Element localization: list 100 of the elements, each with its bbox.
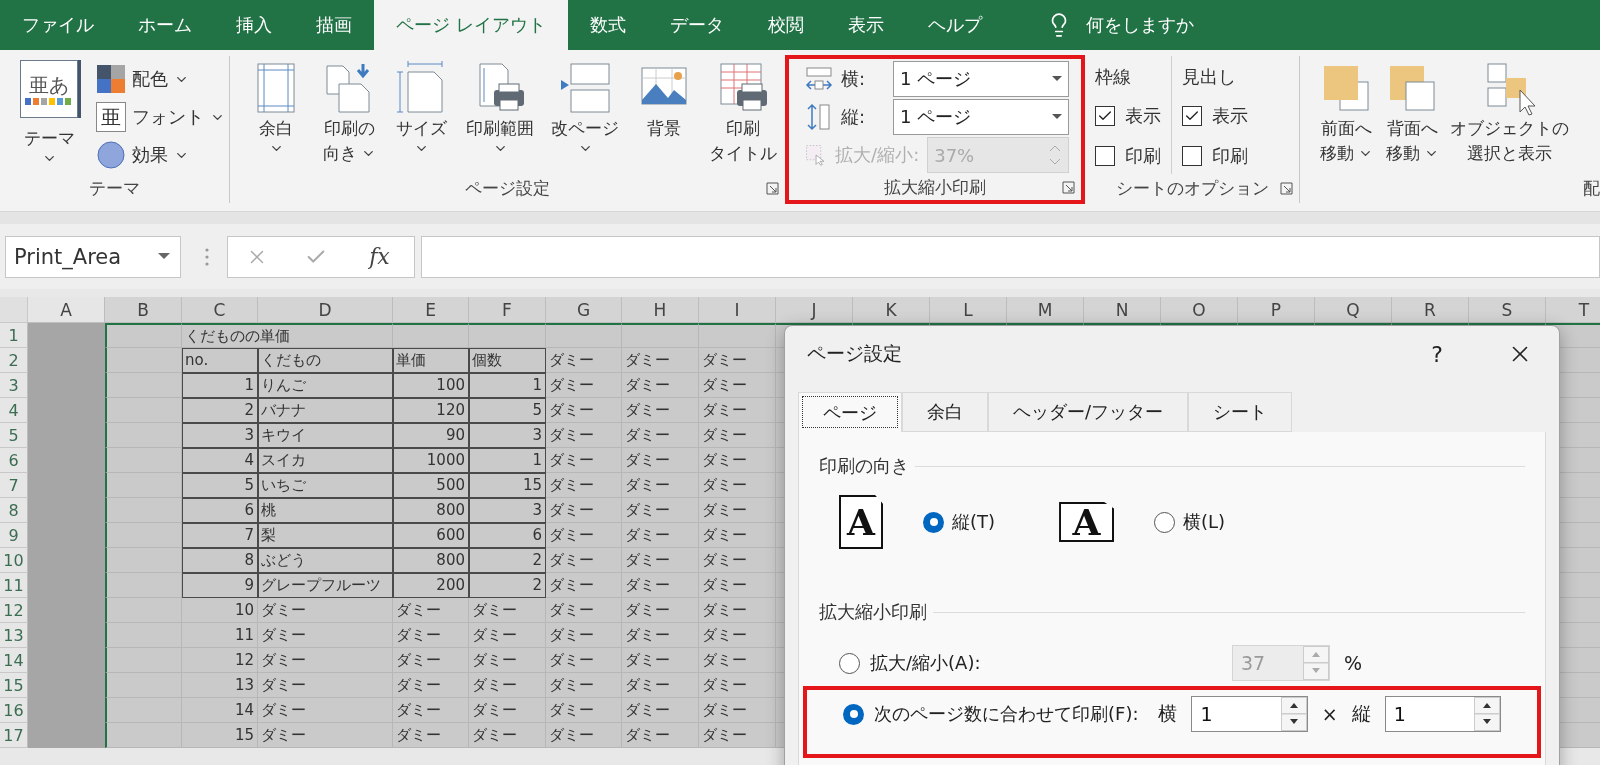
ribbon-button[interactable]: オブジェクトの 選択と表示	[1446, 56, 1573, 166]
column-header[interactable]: B	[105, 297, 182, 323]
checkbox-option[interactable]: 表示	[1182, 98, 1248, 134]
ribbon-button[interactable]: 改ページ	[547, 56, 624, 156]
dialog-tab[interactable]: 余白	[902, 392, 988, 432]
column-header[interactable]: L	[930, 297, 1007, 323]
landscape-page-icon: A	[1059, 502, 1115, 542]
ribbon-button[interactable]: 余白	[244, 56, 309, 156]
ribbon-button[interactable]: 印刷範囲	[462, 56, 539, 156]
ribbon-button[interactable]: 印刷 タイトル	[704, 56, 781, 166]
row-header[interactable]: 6	[0, 448, 28, 473]
ribbon-button[interactable]: 印刷の 向き	[317, 56, 382, 166]
ribbon-tab[interactable]: 表示	[825, 0, 906, 50]
dialog-launcher-icon[interactable]	[1062, 180, 1075, 194]
row-header[interactable]: 16	[0, 698, 28, 723]
row-header[interactable]: 4	[0, 398, 28, 423]
pages-wide-spinbox[interactable]: 1	[1191, 696, 1308, 732]
table-cell: ダミー	[258, 673, 393, 698]
dialog-tab[interactable]: シート	[1188, 392, 1293, 432]
pages-tall-spinbox[interactable]: 1	[1384, 696, 1501, 732]
theme-option-button[interactable]: 効果	[92, 136, 229, 174]
column-header[interactable]: M	[1007, 297, 1084, 323]
column-header[interactable]: I	[699, 297, 776, 323]
column-header[interactable]: S	[1469, 297, 1546, 323]
name-box[interactable]: Print_Area	[5, 235, 181, 278]
ribbon-tab[interactable]: ホーム	[116, 0, 214, 50]
row-header[interactable]: 8	[0, 498, 28, 523]
ribbon-button[interactable]: 前面へ 移動	[1314, 56, 1378, 166]
column-header[interactable]: T	[1546, 297, 1600, 323]
checkbox[interactable]	[1182, 146, 1202, 166]
help-button[interactable]: ?	[1425, 340, 1449, 368]
table-cell: ダミー	[699, 598, 776, 623]
ribbon-button[interactable]: 背景	[631, 56, 696, 141]
radio-button[interactable]	[923, 511, 944, 533]
row-header[interactable]: 12	[0, 598, 28, 623]
checkbox[interactable]	[1095, 146, 1115, 166]
row-header[interactable]: 1	[0, 323, 28, 348]
page-count-dropdown[interactable]: 1 ページ	[893, 61, 1069, 97]
tell-me-search[interactable]: 何をしますか	[1039, 0, 1200, 50]
radio-option[interactable]: 横(L)	[1154, 510, 1226, 534]
column-header[interactable]: O	[1161, 297, 1238, 323]
radio-option[interactable]: 縦(T)	[923, 510, 996, 534]
row-header[interactable]: 14	[0, 648, 28, 673]
column-header[interactable]: E	[393, 297, 469, 323]
ribbon-tab[interactable]: 数式	[567, 0, 648, 50]
checkbox-option[interactable]: 印刷	[1095, 138, 1161, 174]
ribbon-tab[interactable]: 描画	[294, 0, 374, 50]
column-header[interactable]: P	[1238, 297, 1315, 323]
theme-option-button[interactable]: 配色	[92, 60, 229, 98]
checkbox[interactable]	[1095, 106, 1115, 126]
column-header[interactable]: N	[1084, 297, 1161, 323]
ribbon-tab[interactable]: ページ レイアウト	[374, 0, 568, 50]
table-cell: ダミー	[699, 698, 776, 723]
ribbon-tab[interactable]: データ	[647, 0, 746, 50]
row-header[interactable]: 13	[0, 623, 28, 648]
spin-arrows-icon[interactable]	[1280, 697, 1307, 731]
column-header[interactable]: H	[622, 297, 699, 323]
checkbox[interactable]	[1182, 106, 1202, 126]
table-cell: ダミー	[699, 498, 776, 523]
page-count-dropdown[interactable]: 1 ページ	[893, 99, 1069, 135]
table-cell: グレープフルーツ	[258, 573, 393, 598]
themes-button[interactable]: 亜あ テーマ	[16, 56, 82, 166]
column-header[interactable]: A	[28, 297, 105, 323]
dialog-launcher-icon[interactable]	[1280, 182, 1293, 195]
row-header[interactable]: 3	[0, 373, 28, 398]
table-cell: no.	[182, 348, 258, 373]
row-header[interactable]: 17	[0, 723, 28, 748]
insert-function-button[interactable]: fx	[363, 243, 396, 270]
ribbon-button[interactable]: サイズ	[389, 56, 454, 156]
row-header[interactable]: 11	[0, 573, 28, 598]
column-header[interactable]: J	[776, 297, 853, 323]
column-header[interactable]: F	[469, 297, 546, 323]
checkbox-option[interactable]: 印刷	[1182, 138, 1248, 174]
row-header[interactable]: 10	[0, 548, 28, 573]
checkbox-option[interactable]: 表示	[1095, 98, 1161, 134]
column-header[interactable]: D	[258, 297, 393, 323]
spin-arrows-icon[interactable]	[1474, 697, 1500, 731]
column-header[interactable]: C	[182, 297, 258, 323]
column-header[interactable]: Q	[1315, 297, 1392, 323]
column-header[interactable]: K	[853, 297, 930, 323]
ribbon-tab[interactable]: ファイル	[0, 0, 116, 50]
table-cell: ダミー	[546, 723, 622, 748]
column-header[interactable]: R	[1392, 297, 1469, 323]
radio-button[interactable]	[843, 703, 864, 725]
dialog-launcher-icon[interactable]	[766, 181, 779, 195]
radio-button[interactable]	[1154, 511, 1176, 533]
column-header[interactable]: G	[546, 297, 622, 323]
row-header[interactable]: 2	[0, 348, 28, 373]
theme-option-button[interactable]: 亜 フォント	[92, 98, 229, 136]
row-header[interactable]: 9	[0, 523, 28, 548]
dialog-tab[interactable]: ページ	[798, 392, 902, 432]
formula-input[interactable]	[421, 235, 1600, 278]
dialog-tab[interactable]: ヘッダー/フッター	[988, 392, 1189, 432]
row-header[interactable]: 7	[0, 473, 28, 498]
ribbon-button[interactable]: 背面へ 移動	[1380, 56, 1444, 166]
row-header[interactable]: 5	[0, 423, 28, 448]
ribbon-tab[interactable]: 校閲	[745, 0, 826, 50]
ribbon-tab[interactable]: ヘルプ	[905, 0, 1004, 50]
row-header[interactable]: 15	[0, 673, 28, 698]
ribbon-tab[interactable]: 挿入	[214, 0, 294, 50]
